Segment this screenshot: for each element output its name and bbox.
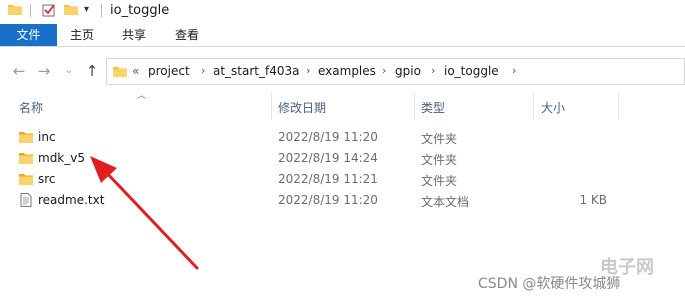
- breadcrumb-examples[interactable]: examples: [318, 64, 376, 78]
- up-arrow-icon[interactable]: ↑: [83, 62, 101, 80]
- list-item[interactable]: mdk_v5 2022/8/19 14:24 文件夹: [0, 148, 685, 169]
- breadcrumb-project[interactable]: project: [148, 64, 190, 78]
- column-header-name[interactable]: 名称: [19, 99, 43, 116]
- column-divider[interactable]: [533, 93, 534, 120]
- column-header-type[interactable]: 类型: [421, 99, 445, 116]
- list-item[interactable]: inc 2022/8/19 11:20 文件夹: [0, 127, 685, 148]
- file-date: 2022/8/19 11:21: [278, 172, 378, 186]
- file-type: 文件夹: [421, 174, 458, 188]
- file-type: 文件夹: [421, 132, 458, 146]
- address-bar[interactable]: « project › at_start_f403a › examples › …: [106, 58, 685, 85]
- chevron-right-icon[interactable]: ›: [306, 64, 310, 77]
- text-file-icon: [20, 193, 32, 207]
- tab-view[interactable]: 查看: [167, 24, 207, 46]
- folder-icon[interactable]: [64, 4, 78, 15]
- column-header-date[interactable]: 修改日期: [278, 99, 326, 116]
- column-divider[interactable]: [618, 93, 619, 120]
- file-name: readme.txt: [38, 193, 105, 207]
- file-date: 2022/8/19 14:24: [278, 151, 378, 165]
- ribbon: 文件 主页 共享 查看: [0, 24, 685, 47]
- window-title: io_toggle: [110, 3, 170, 18]
- title-bar: ▾ io_toggle: [0, 0, 685, 22]
- breadcrumb-io-toggle[interactable]: io_toggle: [444, 64, 499, 78]
- tab-file[interactable]: 文件: [0, 24, 57, 46]
- folder-icon: [19, 132, 33, 143]
- file-date: 2022/8/19 11:20: [278, 130, 378, 144]
- breadcrumb-at-start[interactable]: at_start_f403a: [213, 64, 300, 78]
- file-name: inc: [38, 130, 56, 144]
- chevron-down-icon[interactable]: ⌄: [60, 62, 78, 80]
- chevron-right-icon[interactable]: ›: [382, 64, 386, 77]
- file-date: 2022/8/19 11:20: [278, 193, 378, 207]
- title-separator: [30, 4, 31, 17]
- tab-home[interactable]: 主页: [62, 24, 102, 46]
- sort-ascending-icon: ︿: [137, 91, 147, 101]
- file-name: src: [38, 172, 56, 186]
- chevron-right-icon[interactable]: ›: [512, 64, 516, 77]
- list-item[interactable]: readme.txt 2022/8/19 11:20 文本文档 1 KB: [0, 190, 685, 211]
- file-type: 文本文档: [421, 195, 470, 209]
- folder-icon: [19, 153, 33, 164]
- checkmark-icon[interactable]: [41, 2, 57, 18]
- chevron-right-icon[interactable]: ›: [431, 64, 435, 77]
- breadcrumb-gpio[interactable]: gpio: [395, 64, 421, 78]
- file-type: 文件夹: [421, 153, 458, 167]
- column-divider[interactable]: [271, 93, 272, 120]
- breadcrumb-overflow[interactable]: «: [132, 64, 139, 78]
- back-arrow-icon[interactable]: ←: [10, 62, 28, 80]
- file-name: mdk_v5: [38, 151, 85, 165]
- column-header-size[interactable]: 大小: [541, 99, 565, 116]
- list-item[interactable]: src 2022/8/19 11:21 文件夹: [0, 169, 685, 190]
- watermark-text: CSDN @软硬件攻城狮: [478, 276, 621, 292]
- customize-toolbar-icon[interactable]: ▾: [84, 4, 94, 16]
- chevron-right-icon[interactable]: ›: [201, 64, 205, 77]
- folder-icon: [113, 67, 127, 77]
- title-separator: [101, 4, 102, 17]
- forward-arrow-icon[interactable]: →: [35, 62, 53, 80]
- file-size: 1 KB: [579, 193, 607, 207]
- tab-share[interactable]: 共享: [114, 24, 154, 46]
- folder-icon[interactable]: [8, 4, 22, 15]
- folder-icon: [19, 174, 33, 185]
- column-divider[interactable]: [414, 93, 415, 120]
